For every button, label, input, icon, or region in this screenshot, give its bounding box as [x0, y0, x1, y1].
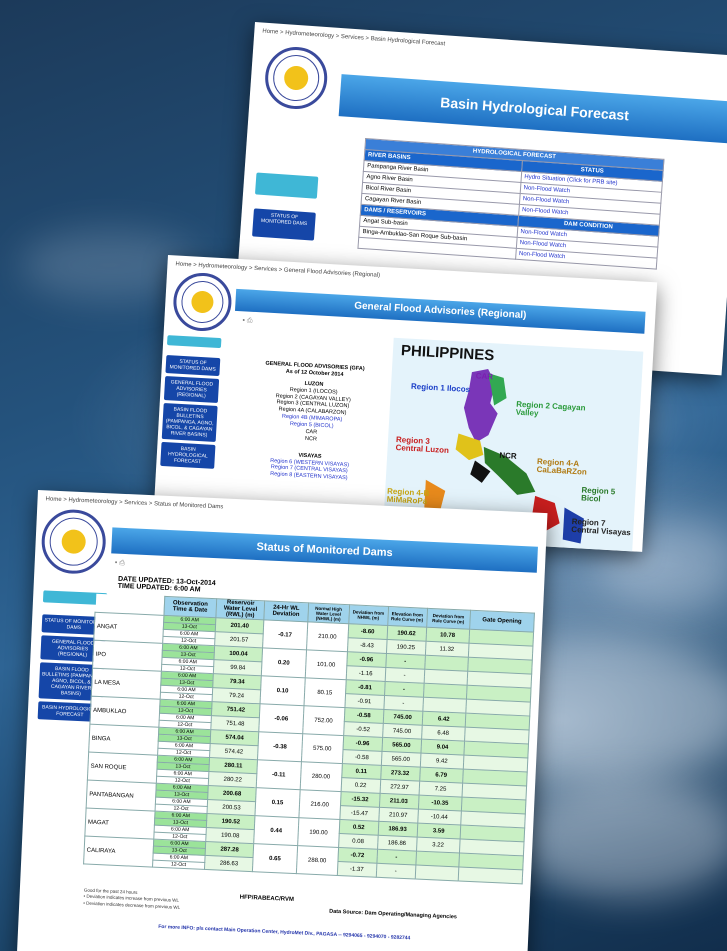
nhwl-deviation-previous: -1.37	[337, 861, 377, 878]
nhwl: 752.00	[302, 705, 345, 736]
update-info: DATE UPDATED: 13-Oct-2014 TIME UPDATED: …	[117, 575, 216, 594]
sidebar-item-pagasa[interactable]	[166, 335, 222, 349]
dam-name: AMBUKLAO	[89, 696, 160, 728]
time-updated: 6:00 AM	[173, 585, 201, 594]
rwl-previous: 286.63	[204, 855, 254, 872]
pagasa-seal-logo	[40, 508, 108, 576]
footnotes: Good for the past 24 hours • Deviation i…	[83, 887, 181, 910]
nhwl: 80.15	[303, 677, 346, 708]
sidebar-nav: STATUS OF MONITORED DAMS	[252, 172, 319, 243]
page-header: Basin Hydrological Forecast	[338, 74, 727, 144]
map-label: CAR	[475, 371, 494, 382]
col-header: Reservoir Water Level (RWL) (m)	[216, 598, 265, 620]
wl-deviation: -0.11	[256, 759, 302, 790]
gfa-list: GENERAL FLOOD ADVISORIES (GFA) As of 12 …	[234, 359, 390, 484]
page-title: Basin Hydrological Forecast	[439, 94, 630, 124]
pagasa-seal-logo	[171, 271, 234, 333]
wl-deviation: -0.17	[262, 619, 308, 650]
gate-opening	[458, 866, 523, 884]
sidebar-item-label: STATUS OF MONITORED DAMS	[260, 212, 308, 228]
col-header: Deviation from Rule Curve (m)	[426, 608, 471, 630]
map-label: Region 7 Central Visayas	[571, 516, 631, 538]
nhwl: 190.00	[297, 817, 340, 848]
nhwl: 575.00	[301, 733, 344, 764]
page-header: General Flood Advisories (Regional)	[234, 288, 646, 334]
sidebar-item-status-dams[interactable]: STATUS OF MONITORED DAMS	[165, 355, 221, 377]
monitored-dams-page: Home > Hydrometeorology > Services > Sta…	[16, 490, 548, 951]
rule-curve-previous: -	[375, 863, 416, 879]
nhwl: 288.00	[295, 845, 339, 876]
sidebar-item-pagasa[interactable]	[254, 172, 319, 199]
nhwl: 216.00	[298, 789, 341, 820]
wl-deviation: 0.65	[252, 843, 298, 874]
pagasa-seal-logo	[263, 44, 330, 112]
col-header: Observation Time & Date	[163, 596, 217, 618]
sidebar-item-basin-forecast[interactable]: BASIN HYDROLOGICAL FORECAST	[160, 441, 216, 469]
breadcrumb[interactable]: Home > Hydrometeorology > Services > Bas…	[254, 22, 727, 68]
wl-deviation: 0.44	[253, 815, 299, 846]
sidebar-item-basin-bulletins[interactable]: BASIN FLOOD BULLETINS (PAMPANGA, AGNO, B…	[161, 402, 218, 442]
wl-deviation: 0.10	[260, 675, 305, 706]
map-label: Region 3 Central Luzon	[395, 435, 450, 455]
obs-date: 12-Oct	[152, 860, 205, 870]
dam-name: ANGAT	[93, 612, 164, 644]
col-header: Elevation from Rule Curve (m)	[387, 606, 428, 628]
rule-curve-deviation-previous	[414, 865, 459, 881]
dams-table: Observation Time & Date Reservoir Water …	[83, 593, 535, 885]
dam-name: CALIRAYA	[83, 835, 154, 868]
map-label: Region 5 Bicol	[580, 485, 616, 504]
map-label: Region 4-B MiMaRoPa	[386, 486, 430, 506]
wl-deviation: 0.20	[261, 647, 307, 678]
dam-name: BINGA	[88, 724, 159, 756]
wl-deviation: -0.38	[257, 731, 303, 762]
page-header: Status of Monitored Dams	[111, 527, 538, 573]
sidebar-nav: STATUS OF MONITORED DAMS GENERAL FLOOD A…	[160, 335, 222, 472]
nhwl: 210.00	[306, 621, 349, 652]
map-label: NCR	[499, 450, 517, 461]
dam-name: MAGAT	[84, 808, 155, 840]
col-header: Deviation from NHWL (m)	[348, 604, 389, 626]
nhwl: 101.00	[304, 649, 348, 680]
dam-name: IPO	[92, 640, 163, 672]
print-icon[interactable]: • ⎙	[242, 317, 252, 326]
print-icon[interactable]: • ⎙	[115, 560, 125, 568]
footer-info: For more INFO: pls contact Main Operatio…	[158, 923, 411, 942]
dams-table-body: ANGAT 6:00 AM 201.40 -0.17 210.00 -8.60 190.62…	[83, 612, 534, 884]
dam-name: PANTABANGAN	[86, 780, 156, 812]
page-title: Status of Monitored Dams	[256, 540, 393, 560]
dam-name: LA MESA	[91, 668, 161, 700]
wl-deviation: -0.06	[258, 703, 304, 734]
col-header: Normal High Water Level (NHWL) (m)	[307, 602, 350, 624]
dam-name: SAN ROQUE	[87, 752, 158, 784]
page-title: General Flood Advisories (Regional)	[353, 300, 527, 322]
hydrological-forecast-table: HYDROLOGICAL FORECAST RIVER BASINS STATUS…	[357, 138, 664, 270]
data-source: Data Source: Dam Operating/Managing Agen…	[329, 908, 458, 921]
col-header: 24-Hr WL Deviation	[264, 600, 309, 622]
signature: HFP/RABEAC/RVM	[239, 894, 295, 904]
wl-deviation: 0.15	[255, 787, 300, 818]
sidebar-item-status-dams[interactable]: STATUS OF MONITORED DAMS	[252, 208, 316, 241]
sidebar-item-flood-advisories[interactable]: GENERAL FLOOD ADVISORIES (REGIONAL)	[163, 376, 220, 404]
nhwl: 280.00	[299, 761, 343, 792]
